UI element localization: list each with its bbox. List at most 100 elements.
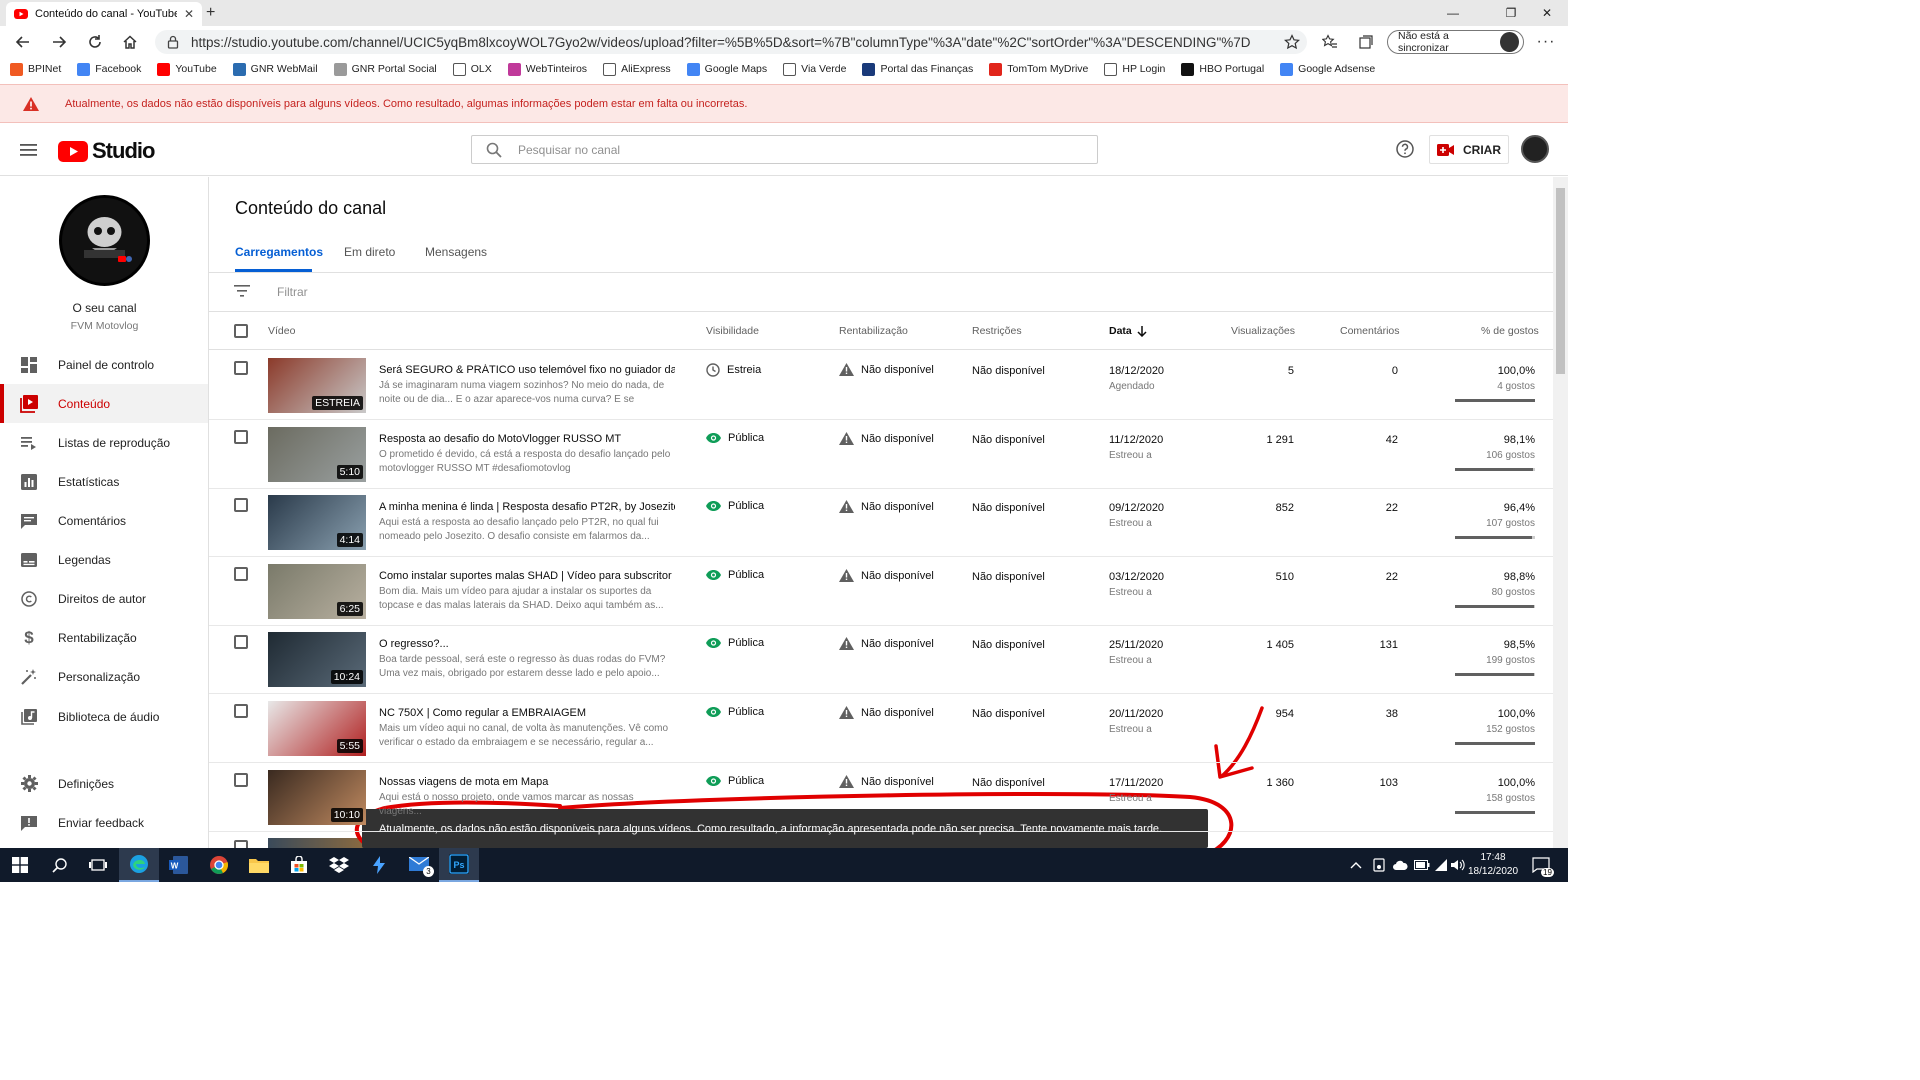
account-avatar[interactable] (1521, 135, 1549, 163)
back-button[interactable] (11, 31, 35, 53)
visibility-status[interactable]: Pública (706, 775, 764, 787)
help-icon[interactable] (1395, 139, 1415, 159)
browser-tab[interactable]: Conteúdo do canal - YouTube Studio ✕ (6, 2, 202, 26)
video-thumbnail[interactable]: ESTREIA (268, 358, 366, 413)
bookmark-item[interactable]: OLX (452, 62, 492, 76)
video-thumbnail[interactable]: 5:55 (268, 701, 366, 756)
home-button[interactable] (118, 31, 142, 53)
create-button[interactable]: CRIAR (1429, 135, 1509, 164)
row-checkbox[interactable] (234, 567, 248, 581)
video-thumbnail[interactable]: 4:14 (268, 495, 366, 550)
youtube-studio-logo[interactable]: Studio (58, 138, 155, 164)
video-title[interactable]: Será SEGURO & PRÁTICO uso telemóvel fixo… (379, 364, 675, 376)
sidebar-item-monetization[interactable]: $ Rentabilização (0, 618, 208, 657)
wifi-icon[interactable] (1434, 848, 1448, 882)
favorite-star-icon[interactable] (1280, 31, 1304, 53)
video-thumbnail[interactable] (268, 838, 366, 848)
sidebar-item-playlists[interactable]: Listas de reprodução (0, 423, 208, 462)
comments-count[interactable]: 42 (1338, 434, 1398, 446)
visibility-status[interactable]: Pública (706, 706, 764, 718)
sidebar-item-feedback[interactable]: Enviar feedback (0, 803, 208, 842)
video-title[interactable]: O regresso?... (379, 638, 675, 650)
row-checkbox[interactable] (234, 430, 248, 444)
visibility-status[interactable]: Pública (706, 569, 764, 581)
tab-posts[interactable]: Mensagens (425, 245, 487, 259)
video-thumbnail[interactable]: 5:10 (268, 427, 366, 482)
video-title[interactable]: Nossas viagens de mota em Mapa (379, 776, 675, 788)
comments-count[interactable]: 0 (1338, 365, 1398, 377)
close-window-button[interactable]: ✕ (1524, 0, 1570, 26)
bookmark-item[interactable]: WebTinteiros (507, 62, 587, 76)
bookmark-item[interactable]: HBO Portugal (1181, 62, 1264, 76)
video-thumbnail[interactable]: 10:24 (268, 632, 366, 687)
video-title[interactable]: Resposta ao desafio do MotoVlogger RUSSO… (379, 433, 675, 445)
bookmark-item[interactable]: TomTom MyDrive (989, 62, 1088, 76)
bookmark-item[interactable]: Google Maps (686, 62, 767, 76)
bookmark-item[interactable]: HP Login (1104, 62, 1165, 76)
tray-chevron-icon[interactable] (1350, 848, 1362, 882)
reload-button[interactable] (83, 31, 107, 53)
channel-search-box[interactable] (471, 135, 1098, 164)
search-taskbar-icon[interactable] (40, 848, 80, 882)
address-bar[interactable]: https://studio.youtube.com/channel/UCIC5… (155, 30, 1307, 54)
onedrive-cloud-icon[interactable] (1392, 848, 1408, 882)
minimize-window-button[interactable]: — (1430, 0, 1476, 26)
comments-count[interactable]: 103 (1338, 777, 1398, 789)
bookmark-item[interactable]: GNR WebMail (232, 62, 318, 76)
row-checkbox[interactable] (234, 361, 248, 375)
video-title[interactable]: Como instalar suportes malas SHAD | Víde… (379, 570, 675, 582)
collections-icon[interactable] (1354, 31, 1378, 53)
bookmark-item[interactable]: GNR Portal Social (333, 62, 437, 76)
scrollbar-thumb[interactable] (1556, 188, 1565, 374)
visibility-status[interactable]: Pública (706, 432, 764, 444)
volume-icon[interactable] (1451, 848, 1465, 882)
task-view-icon[interactable] (78, 848, 118, 882)
tray-device-icon[interactable] (1372, 848, 1386, 882)
video-thumbnail[interactable]: 6:25 (268, 564, 366, 619)
sidebar-item-comments[interactable]: Comentários (0, 501, 208, 540)
column-date[interactable]: Data (1109, 325, 1147, 337)
filter-icon[interactable] (234, 285, 250, 297)
close-tab-icon[interactable]: ✕ (184, 7, 194, 21)
row-checkbox[interactable] (234, 635, 248, 649)
new-tab-button[interactable]: + (206, 4, 215, 22)
edge-taskbar-icon[interactable] (119, 848, 159, 882)
app-taskbar-icon[interactable] (359, 848, 399, 882)
photoshop-taskbar-icon[interactable]: Ps (439, 848, 479, 882)
comments-count[interactable]: 22 (1338, 502, 1398, 514)
favorites-bar-icon[interactable] (1318, 31, 1342, 53)
bookmark-item[interactable]: BPINet (10, 62, 61, 76)
bookmark-item[interactable]: AliExpress (603, 62, 671, 76)
sidebar-item-content[interactable]: Conteúdo (0, 384, 208, 423)
sidebar-item-analytics[interactable]: Estatísticas (0, 462, 208, 501)
file-explorer-icon[interactable] (239, 848, 279, 882)
bookmark-item[interactable]: Portal das Finanças (862, 62, 973, 76)
filter-input[interactable]: Filtrar (277, 285, 308, 299)
sidebar-item-customization[interactable]: Personalização (0, 657, 208, 696)
more-menu-icon[interactable]: ··· (1534, 31, 1558, 53)
tab-live[interactable]: Em direto (344, 245, 395, 259)
dropbox-taskbar-icon[interactable] (319, 848, 359, 882)
visibility-status[interactable]: Estreia (706, 363, 761, 377)
bookmark-item[interactable]: Via Verde (783, 62, 846, 76)
comments-count[interactable]: 38 (1338, 708, 1398, 720)
select-all-checkbox[interactable] (234, 324, 248, 338)
visibility-status[interactable]: Pública (706, 500, 764, 512)
store-taskbar-icon[interactable] (279, 848, 319, 882)
sidebar-item-copyright[interactable]: Direitos de autor (0, 579, 208, 618)
mail-taskbar-icon[interactable]: 3 (399, 848, 439, 882)
video-thumbnail[interactable]: 10:10 (268, 770, 366, 825)
tab-uploads[interactable]: Carregamentos (235, 245, 323, 259)
sidebar-item-subtitles[interactable]: Legendas (0, 540, 208, 579)
windows-start-icon[interactable] (0, 848, 40, 882)
sidebar-item-settings[interactable]: Definições (0, 764, 208, 803)
battery-icon[interactable] (1414, 848, 1430, 882)
forward-button[interactable] (47, 31, 71, 53)
comments-count[interactable]: 22 (1338, 571, 1398, 583)
search-input[interactable] (518, 142, 1078, 157)
row-checkbox[interactable] (234, 773, 248, 787)
hamburger-menu-icon[interactable] (20, 143, 38, 157)
row-checkbox[interactable] (234, 704, 248, 718)
chrome-taskbar-icon[interactable] (199, 848, 239, 882)
taskbar-clock[interactable]: 17:48 18/12/2020 (1468, 851, 1518, 879)
